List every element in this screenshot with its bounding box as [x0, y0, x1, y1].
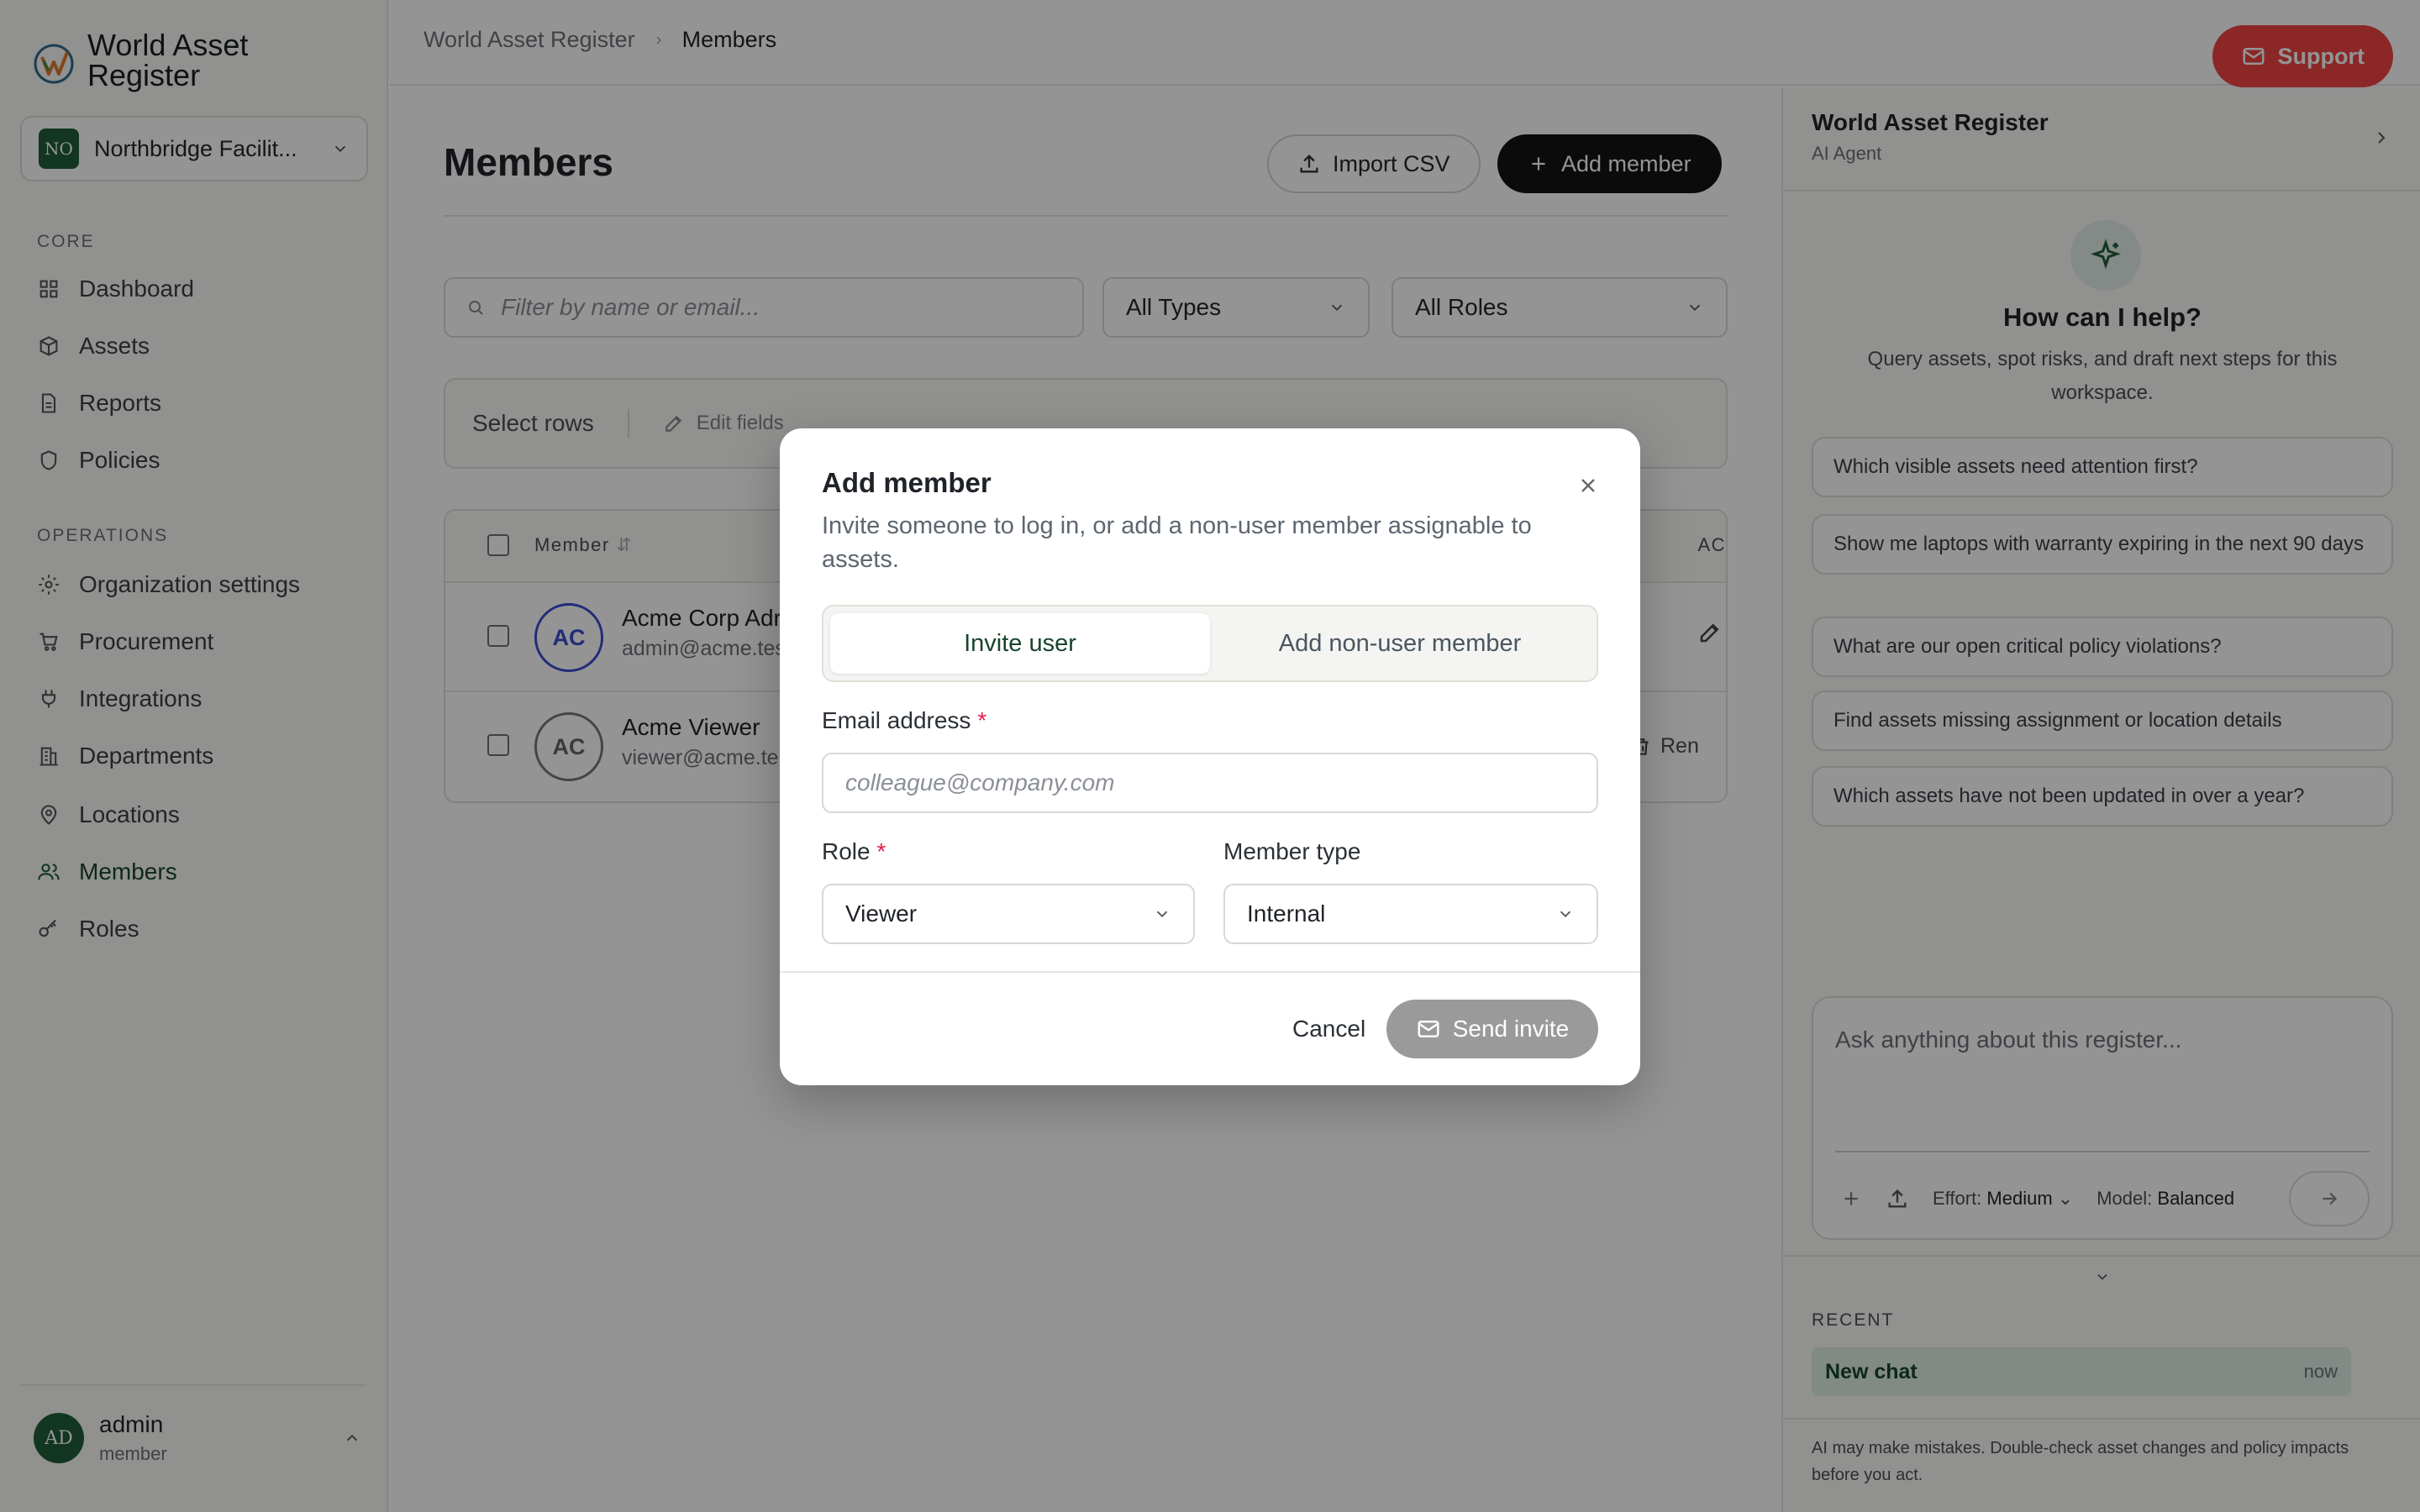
role-label-text: Role: [822, 838, 871, 864]
send-invite-button[interactable]: Send invite: [1386, 1000, 1598, 1058]
divider: [780, 971, 1640, 973]
chevron-down-icon: [1156, 911, 1168, 918]
email-placeholder: colleague@company.com: [845, 769, 1115, 795]
tab-add-non-user-member[interactable]: Add non-user member: [1210, 613, 1590, 674]
member-type-label: Member type: [1223, 838, 1361, 864]
dialog-description: Invite someone to log in, or add a non-u…: [822, 512, 1532, 573]
close-icon[interactable]: [1576, 474, 1600, 497]
member-type-select[interactable]: Internal: [1223, 884, 1598, 944]
cancel-button[interactable]: Cancel: [1270, 1000, 1387, 1058]
role-value: Viewer: [845, 900, 918, 927]
member-type-value: Internal: [1247, 900, 1326, 927]
chevron-down-icon: [1560, 911, 1571, 918]
dialog-title: Add member: [822, 467, 992, 498]
tab-invite-user[interactable]: Invite user: [830, 613, 1210, 674]
mail-icon: [1418, 1021, 1439, 1037]
email-field[interactable]: colleague@company.com: [822, 753, 1598, 813]
add-member-dialog: Add member Invite someone to log in, or …: [780, 428, 1640, 1085]
member-mode-tabs: Invite user Add non-user member: [822, 605, 1598, 682]
email-label: Email address *: [822, 707, 986, 734]
email-label-text: Email address: [822, 707, 971, 733]
role-label: Role *: [822, 838, 886, 865]
required-mark: *: [977, 707, 987, 733]
role-select[interactable]: Viewer: [822, 884, 1195, 944]
send-invite-label: Send invite: [1452, 1016, 1570, 1042]
required-mark: *: [876, 838, 886, 864]
